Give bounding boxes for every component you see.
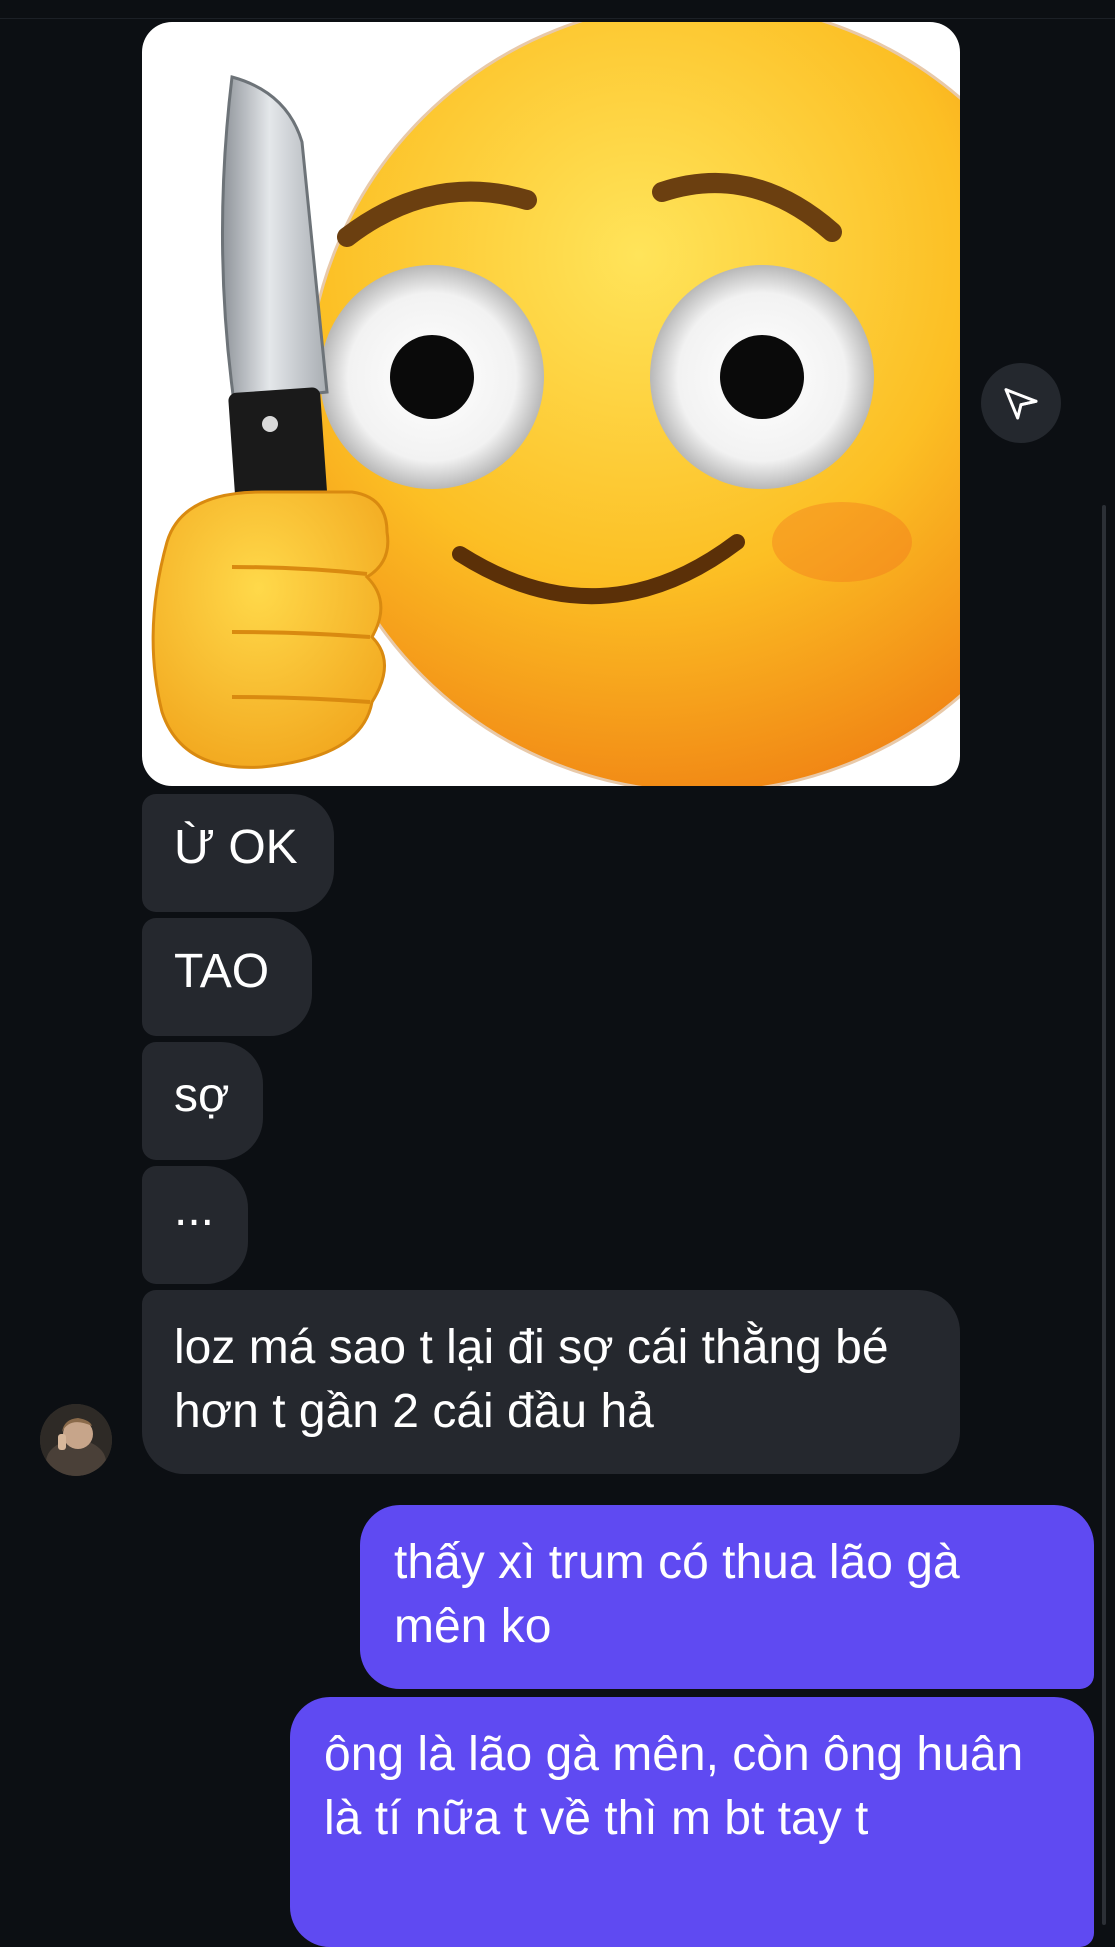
share-button[interactable] [981, 363, 1061, 443]
incoming-message[interactable]: sợ [142, 1042, 263, 1160]
incoming-message[interactable]: TAO [142, 918, 312, 1036]
incoming-message[interactable]: Ừ OK [142, 794, 334, 912]
message-text: TAO [174, 945, 270, 998]
incoming-message[interactable]: ... [142, 1166, 248, 1284]
avatar-photo-icon [40, 1404, 112, 1476]
header-divider [0, 18, 1115, 19]
outgoing-message[interactable]: ông là lão gà mên, còn ông huân là tí nữ… [290, 1697, 1094, 1947]
message-text: ông là lão gà mên, còn ông huân là tí nữ… [324, 1728, 1024, 1845]
sticker-message[interactable] [142, 22, 960, 786]
scrollbar[interactable] [1102, 505, 1106, 1925]
message-text: thấy xì trum có thua lão gà mên ko [394, 1536, 960, 1653]
message-text: Ừ OK [174, 821, 298, 874]
sender-avatar[interactable] [40, 1404, 112, 1476]
outgoing-message[interactable]: thấy xì trum có thua lão gà mên ko [360, 1505, 1094, 1689]
emoji-knife-sticker-icon [151, 22, 960, 786]
message-text: ... [174, 1183, 215, 1236]
send-icon [1004, 388, 1038, 420]
message-text: sợ [174, 1069, 230, 1122]
message-text: loz má sao t lại đi sợ cái thằng bé hơn … [174, 1321, 889, 1438]
incoming-message[interactable]: loz má sao t lại đi sợ cái thằng bé hơn … [142, 1290, 960, 1474]
